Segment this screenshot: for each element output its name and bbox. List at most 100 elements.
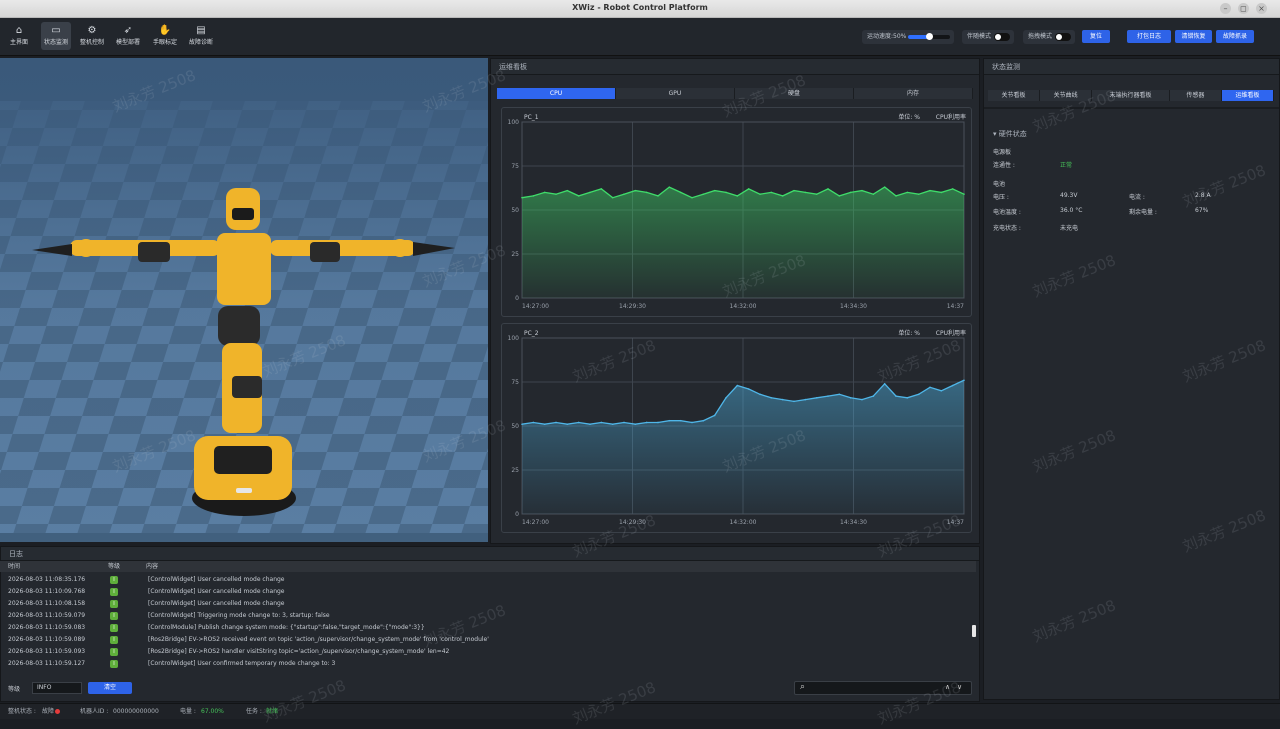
log-scrollbar[interactable] bbox=[972, 625, 976, 637]
log-row[interactable]: 2026-08-03 11:10:09.768 I [ControlWidget] … bbox=[0, 586, 970, 598]
tab-disk[interactable]: 硬盘 bbox=[735, 88, 854, 99]
task-label: 任务 : bbox=[246, 708, 262, 715]
speed-slider[interactable] bbox=[908, 33, 950, 40]
y-tick-label: 100 bbox=[508, 119, 520, 126]
drag-mode-toggle[interactable] bbox=[1055, 33, 1071, 41]
hand-icon: ✋ bbox=[158, 25, 172, 36]
fault-record-button[interactable]: 故障抓录 bbox=[1216, 30, 1254, 43]
y-tick-label: 50 bbox=[511, 423, 519, 430]
robot-id-value: 000000000000 bbox=[113, 708, 159, 715]
speed-slider-knob[interactable] bbox=[926, 33, 933, 40]
robot-control-icon: ⚙ bbox=[87, 25, 97, 36]
data-point bbox=[521, 423, 523, 426]
rocket-icon: ➶ bbox=[123, 25, 133, 36]
data-point bbox=[725, 191, 727, 194]
y-tick-label: 25 bbox=[511, 467, 519, 474]
nav-label: 整机控制 bbox=[79, 39, 104, 46]
data-point bbox=[929, 386, 931, 389]
hardware-section-header[interactable]: ▾ 硬件状态 bbox=[993, 129, 1027, 139]
data-point bbox=[532, 195, 535, 197]
tab-ops-board[interactable]: 运维看板 bbox=[1221, 90, 1275, 101]
data-point bbox=[747, 388, 750, 390]
log-level-badge: I bbox=[110, 588, 118, 596]
reset-button[interactable]: 复位 bbox=[1082, 30, 1110, 43]
data-point bbox=[861, 398, 863, 401]
tab-gpu[interactable]: GPU bbox=[616, 88, 735, 99]
search-prev-icon[interactable]: ∧ bbox=[945, 683, 950, 691]
tab-memory[interactable]: 内存 bbox=[854, 88, 973, 99]
pack-log-button[interactable]: 打包日志 bbox=[1127, 30, 1171, 43]
robot-scene bbox=[0, 58, 488, 542]
fault-dot-icon bbox=[55, 709, 60, 714]
data-point bbox=[543, 423, 546, 426]
data-point bbox=[623, 421, 625, 424]
nav-model-deploy[interactable]: ➶ 模型部署 bbox=[113, 22, 143, 50]
nav-fault-diagnosis[interactable]: ▤ 故障诊断 bbox=[186, 22, 216, 50]
data-point bbox=[691, 421, 693, 424]
data-point bbox=[940, 191, 943, 194]
speed-control: 运动速度:50% bbox=[862, 30, 954, 44]
y-tick-label: 75 bbox=[511, 163, 519, 170]
robot-3d-viewport[interactable] bbox=[0, 58, 488, 542]
data-point bbox=[589, 191, 591, 194]
data-point bbox=[543, 191, 546, 194]
clear-log-button[interactable]: 清空 bbox=[88, 682, 132, 694]
follow-mode-group: 伴随模式 bbox=[962, 30, 1014, 44]
data-point bbox=[895, 195, 897, 197]
task-value: 就绪 bbox=[266, 708, 279, 715]
minimize-icon[interactable]: – bbox=[1220, 3, 1231, 14]
nav-status-monitor[interactable]: ▭ 状态监测 bbox=[41, 22, 71, 50]
maximize-icon[interactable]: ◻ bbox=[1238, 3, 1249, 14]
close-icon[interactable]: × bbox=[1256, 3, 1267, 14]
data-point bbox=[589, 423, 591, 426]
monitor-icon: ▭ bbox=[51, 25, 61, 36]
battery-label: 电池 bbox=[993, 181, 1006, 188]
data-point bbox=[645, 421, 648, 424]
data-point bbox=[566, 423, 569, 426]
monitor-title: 运维看板 bbox=[491, 59, 979, 75]
chart-svg: 0 25 50 75 100 14:27:00 14:29:30 14:32:00 14:34:… bbox=[508, 329, 966, 526]
data-point bbox=[634, 423, 637, 426]
data-point bbox=[725, 397, 727, 399]
nav-hand-eye-calib[interactable]: ✋ 手眼标定 bbox=[150, 22, 180, 50]
log-row[interactable]: 2026-08-03 11:10:59.093 I [Ros2Bridge] EV-… bbox=[0, 646, 970, 658]
log-row[interactable]: 2026-08-03 11:10:08.158 I [ControlWidget] … bbox=[0, 598, 970, 610]
follow-mode-toggle[interactable] bbox=[994, 33, 1010, 41]
cpu-chart-pc2: 0 25 50 75 100 14:27:00 14:29:30 14:32:00 14:34:… bbox=[501, 323, 972, 533]
log-time: 2026-08-03 11:10:59.083 bbox=[8, 624, 86, 631]
log-row[interactable]: 2026-08-03 11:10:59.089 I [Ros2Bridge] EV-… bbox=[0, 634, 970, 646]
log-level-badge: I bbox=[110, 612, 118, 620]
col-content: 内容 bbox=[146, 563, 159, 570]
tab-joint-curve[interactable]: 关节曲线 bbox=[1040, 90, 1093, 101]
tab-end-effector[interactable]: 末端执行器看板 bbox=[1092, 90, 1170, 101]
log-row[interactable]: 2026-08-03 11:10:59.083 I [ControlModule] … bbox=[0, 622, 970, 634]
log-level-badge: I bbox=[110, 648, 118, 656]
current-value: 2.8 A bbox=[1195, 192, 1211, 199]
chart-unit-label: 单位: % bbox=[898, 113, 920, 121]
data-point bbox=[611, 196, 614, 199]
data-point bbox=[532, 421, 535, 424]
nav-robot-control[interactable]: ⚙ 整机控制 bbox=[77, 22, 107, 50]
log-row[interactable]: 2026-08-03 11:10:59.079 I [ControlWidget] … bbox=[0, 610, 970, 622]
log-row[interactable]: 2026-08-03 11:08:35.176 I [ControlWidget] … bbox=[0, 574, 970, 586]
tab-sensor[interactable]: 传感器 bbox=[1169, 90, 1222, 101]
log-row[interactable]: 2026-08-03 11:10:59.127 I [ControlWidget] … bbox=[0, 658, 970, 670]
nav-home[interactable]: ⌂ 主界面 bbox=[4, 22, 34, 50]
clear-fault-button[interactable]: 清错恢复 bbox=[1175, 30, 1212, 43]
status-tabs: 关节看板 关节曲线 末端执行器看板 传感器 运维看板 bbox=[988, 90, 1275, 101]
data-point bbox=[883, 382, 886, 385]
monitor-tabs: CPU GPU 硬盘 内存 bbox=[497, 88, 973, 99]
data-point bbox=[827, 188, 829, 190]
battery-temp-value: 36.0 °C bbox=[1060, 207, 1083, 214]
log-time: 2026-08-03 11:08:35.176 bbox=[8, 576, 86, 583]
nav-label: 手眼标定 bbox=[152, 39, 177, 46]
level-filter-select[interactable]: INFO bbox=[32, 682, 82, 694]
tab-cpu[interactable]: CPU bbox=[497, 88, 616, 99]
search-next-icon[interactable]: ∨ bbox=[957, 683, 962, 691]
log-search-input[interactable]: ⌕ ∧ ∨ bbox=[794, 681, 972, 695]
monitor-panel: 运维看板 CPU GPU 硬盘 内存 0 25 50 75 100 14:27:00 14:… bbox=[490, 58, 980, 544]
main-toolbar: ⌂ 主界面 ▭ 状态监测 ⚙ 整机控制 ➶ 模型部署 ✋ 手眼标定 ▤ 故障诊断 运动速度:… bbox=[0, 18, 1280, 56]
tab-joint-board[interactable]: 关节看板 bbox=[988, 90, 1041, 101]
log-time: 2026-08-03 11:10:59.089 bbox=[8, 636, 86, 643]
series-legend-label: CPU利用率 bbox=[936, 113, 966, 121]
